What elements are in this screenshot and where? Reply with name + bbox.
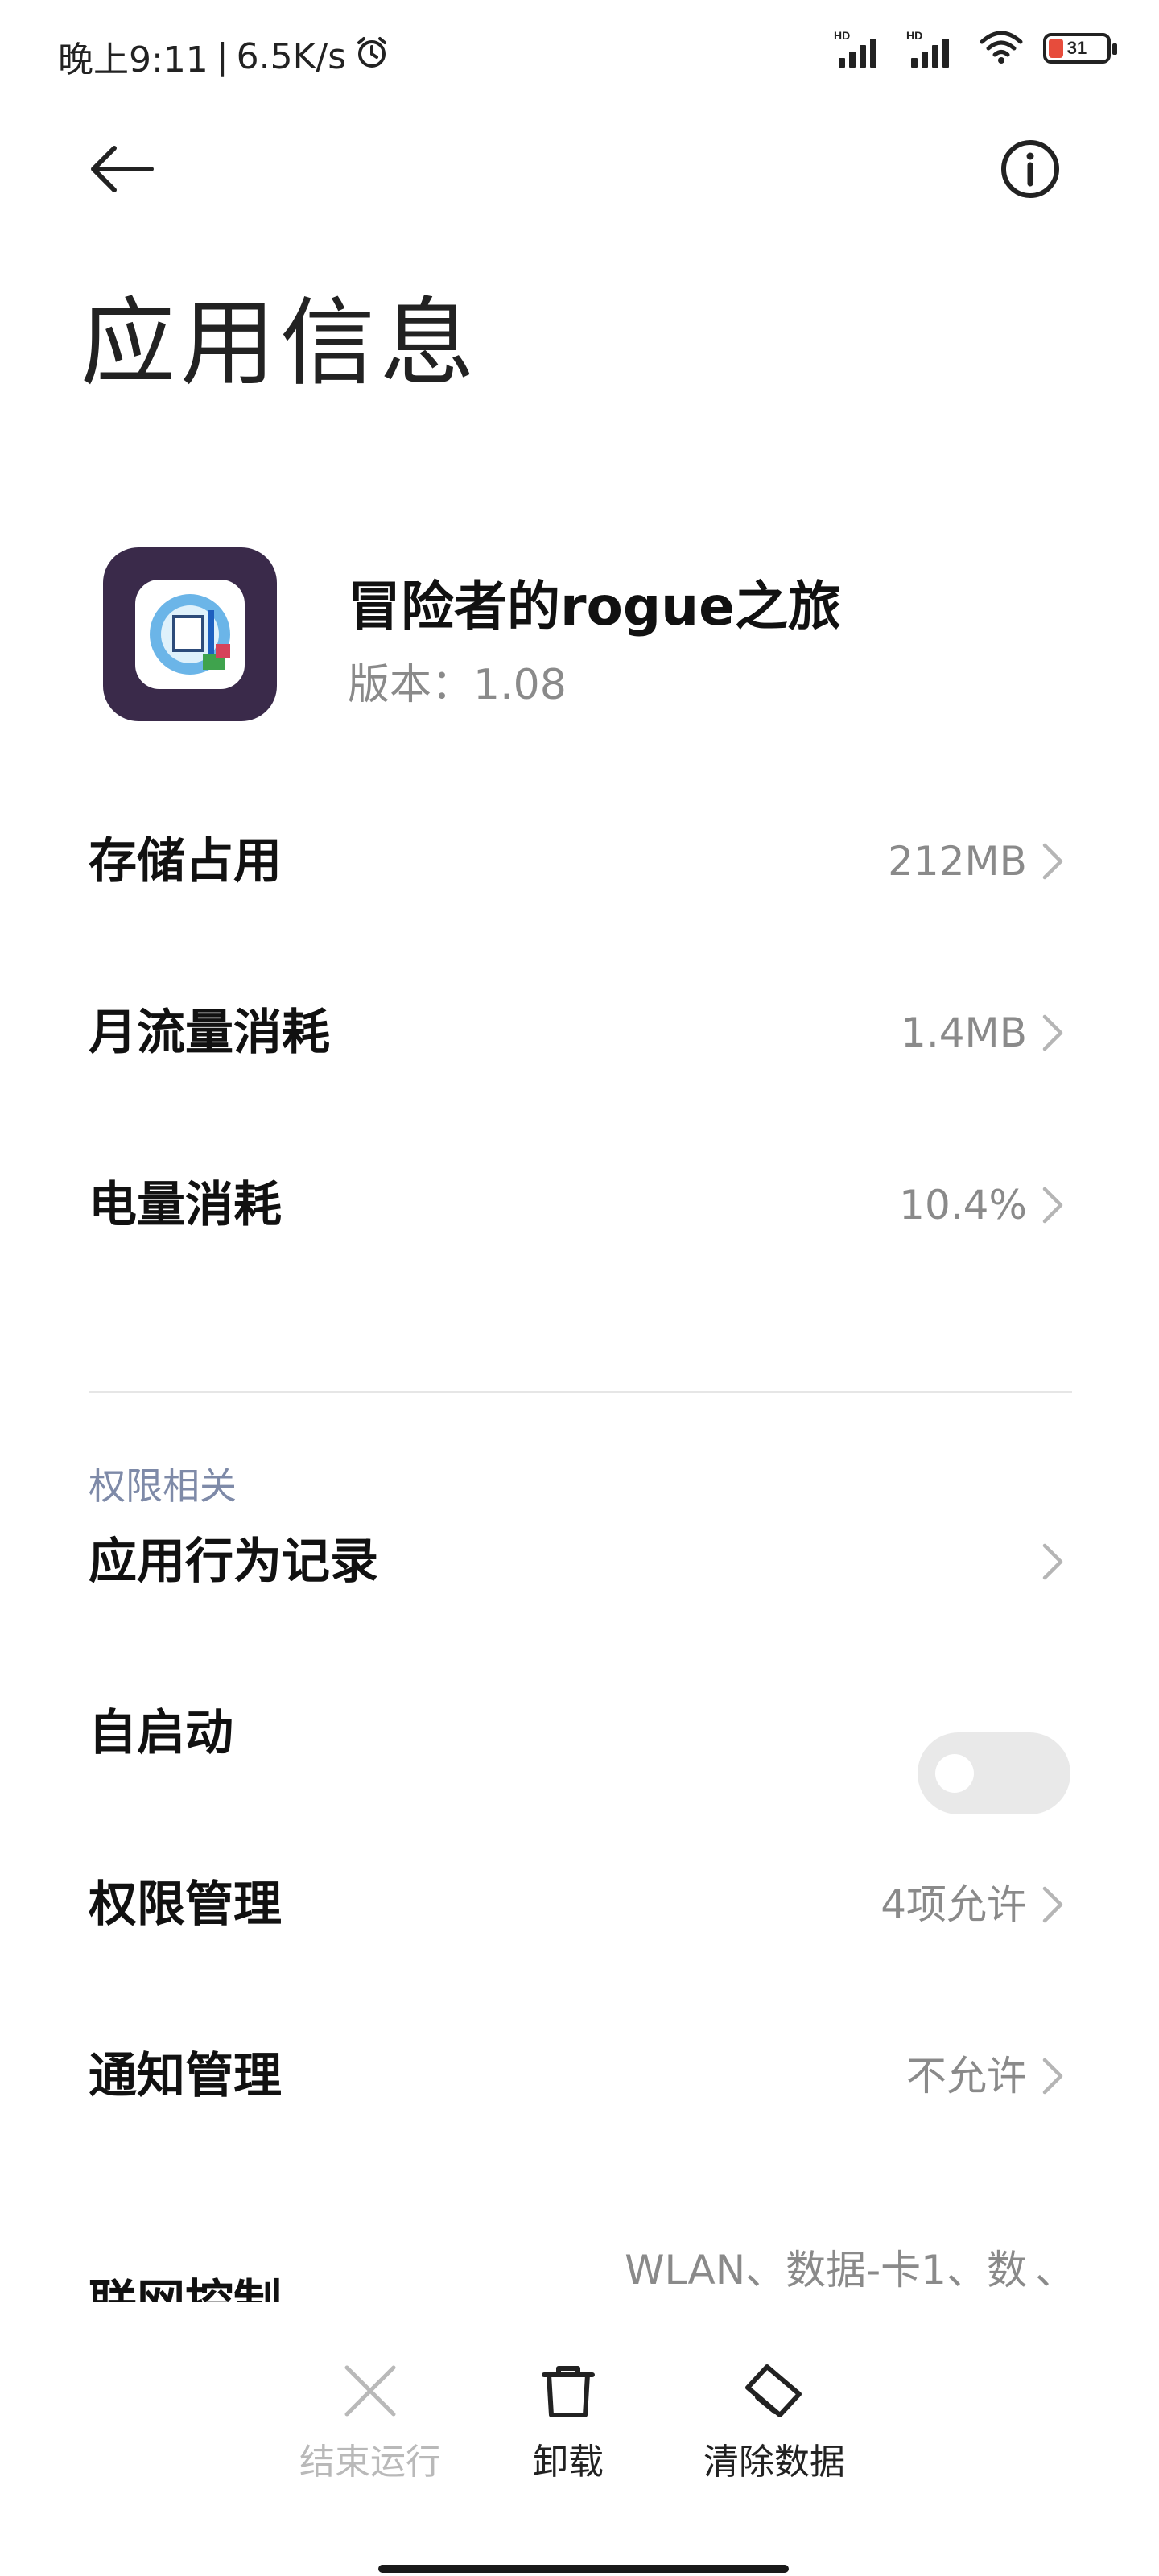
close-icon: [338, 2359, 402, 2423]
signal-bar: [839, 58, 845, 68]
signal-sim2-icon: HD: [906, 29, 959, 68]
storage-row[interactable]: 存储占用 212MB: [0, 781, 1159, 942]
status-right: HD HD 31: [834, 29, 1117, 68]
status-time: 晚上9:11: [58, 39, 208, 80]
signal-sim1-icon: HD: [834, 29, 887, 68]
status-network-speed: 6.5K/s: [236, 35, 347, 77]
signal-bar: [870, 39, 876, 68]
section-divider: [89, 1391, 1072, 1393]
alarm-clock-icon: [354, 35, 390, 79]
signal-bar: [932, 45, 938, 68]
row-value: 212MB: [888, 838, 1027, 885]
battery-usage-row[interactable]: 电量消耗 10.4%: [0, 1125, 1159, 1286]
row-label: 通知管理: [89, 2048, 282, 2104]
row-value: 1.4MB: [901, 1009, 1027, 1056]
signal-bar: [942, 39, 949, 68]
toggle-knob: [935, 1754, 974, 1793]
force-stop-button[interactable]: 结束运行: [282, 2359, 459, 2496]
signal-bars: [839, 39, 876, 68]
chevron-right-icon: [1042, 1543, 1063, 1580]
signal-bar: [849, 52, 856, 68]
app-behavior-log-row[interactable]: 应用行为记录: [0, 1481, 1159, 1642]
app-version: 版本：1.08: [348, 661, 567, 709]
row-label: 电量消耗: [89, 1177, 282, 1233]
row-value: 不允许: [906, 2053, 1027, 2099]
back-button[interactable]: [80, 129, 161, 209]
wifi-icon: [979, 29, 1024, 68]
app-icon: [103, 547, 277, 721]
app-icon-sword: [208, 610, 214, 660]
data-usage-row[interactable]: 月流量消耗 1.4MB: [0, 952, 1159, 1113]
page-title: 应用信息: [80, 287, 481, 398]
notification-manage-row[interactable]: 通知管理 不允许: [0, 1996, 1159, 2157]
row-label: 权限管理: [89, 1876, 282, 1933]
app-icon-hero: [172, 615, 204, 652]
bottom-action-bar: 结束运行 卸载 清除数据: [0, 2302, 1159, 2576]
info-button[interactable]: [990, 129, 1070, 209]
network-control-row[interactable]: 联网控制 WLAN、数据-卡1、数 、: [0, 2238, 1159, 2302]
status-bar: 晚上9:11 | 6.5K/s HD HD 31: [0, 0, 1159, 105]
permission-manage-row[interactable]: 权限管理 4项允许: [0, 1824, 1159, 1985]
app-info-screen: 晚上9:11 | 6.5K/s HD HD 31 应用信息 冒险者的rogue之…: [0, 0, 1159, 2576]
signal-bar: [911, 58, 918, 68]
signal-bar: [860, 45, 866, 68]
app-icon-red-bit: [216, 644, 230, 658]
action-label: 清除数据: [703, 2442, 845, 2483]
eraser-icon: [742, 2359, 806, 2423]
row-value-more: 、: [1035, 2247, 1075, 2293]
clear-data-button[interactable]: 清除数据: [686, 2359, 863, 2496]
signal-bars: [911, 39, 949, 68]
status-left: 晚上9:11 | 6.5K/s: [58, 31, 390, 82]
battery-icon: 31: [1043, 33, 1117, 64]
action-label: 卸载: [533, 2442, 604, 2483]
chevron-right-icon: [1042, 2058, 1063, 2095]
row-label: 联网控制: [89, 2264, 282, 2302]
trash-icon: [536, 2359, 600, 2423]
autostart-toggle[interactable]: [918, 1732, 1070, 1814]
status-separator: |: [216, 35, 229, 77]
row-value: 10.4%: [899, 1182, 1027, 1228]
chevron-right-icon: [1042, 1014, 1063, 1051]
row-value: WLAN、数据-卡1、数: [625, 2247, 1027, 2293]
signal-bar: [922, 52, 928, 68]
row-label: 月流量消耗: [89, 1005, 330, 1061]
battery-level: 31: [1066, 38, 1087, 58]
back-arrow-icon: [91, 146, 154, 192]
row-label: 自启动: [89, 1705, 233, 1761]
home-indicator[interactable]: [378, 2565, 789, 2573]
uninstall-button[interactable]: 卸载: [480, 2359, 657, 2496]
app-name: 冒险者的rogue之旅: [348, 576, 841, 638]
action-label: 结束运行: [299, 2442, 441, 2483]
row-label: 存储占用: [89, 833, 282, 890]
info-icon: [1001, 140, 1059, 198]
row-value: 4项允许: [881, 1881, 1027, 1928]
chevron-right-icon: [1042, 1187, 1063, 1224]
chevron-right-icon: [1042, 843, 1063, 880]
row-label: 应用行为记录: [89, 1534, 378, 1590]
chevron-right-icon: [1042, 1886, 1063, 1923]
